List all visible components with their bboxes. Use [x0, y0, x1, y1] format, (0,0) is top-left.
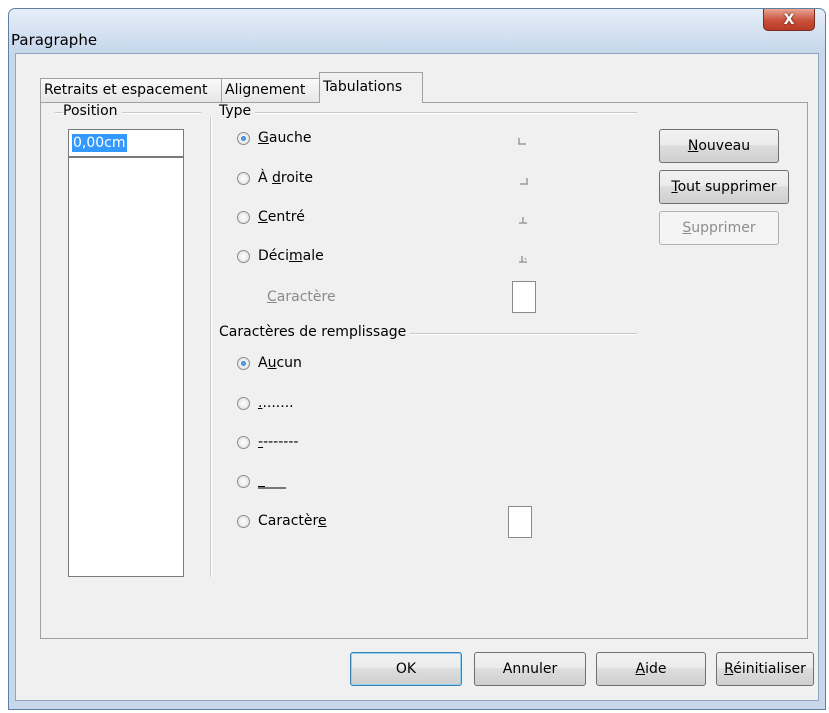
- fill-group-label: Caractères de remplissage: [219, 324, 411, 340]
- radio-fill-dots[interactable]: ........: [237, 393, 294, 413]
- tab-right-icon: [520, 178, 528, 185]
- radio-decimal[interactable]: Décimale: [237, 246, 324, 266]
- radio-fill-dashes[interactable]: --------: [237, 432, 298, 452]
- tab-label: Retraits et espacement: [44, 82, 208, 98]
- radio-button[interactable]: [237, 396, 250, 410]
- radio-button[interactable]: [237, 171, 250, 185]
- position-group-label: Position: [63, 103, 122, 119]
- radio-label-fill-none: Aucun: [258, 355, 302, 371]
- radio-label-fill-dots: ........: [258, 395, 294, 411]
- delete-button[interactable]: Supprimer: [659, 211, 779, 245]
- close-button[interactable]: X: [763, 9, 815, 31]
- position-list[interactable]: [68, 157, 184, 577]
- close-icon: X: [783, 11, 795, 28]
- type-group-label: Type: [219, 103, 256, 119]
- tab-label: Tabulations: [323, 79, 403, 95]
- tab-tabs[interactable]: Tabulations: [319, 72, 423, 103]
- help-button[interactable]: Aide: [596, 652, 706, 686]
- tab-decimal-icon: [519, 256, 527, 263]
- delete-all-button[interactable]: Tout supprimer: [659, 170, 789, 204]
- cancel-button[interactable]: Annuler: [474, 652, 586, 686]
- dialog-client-area: Retraits et espacement Alignement Tabula…: [15, 53, 819, 701]
- tab-label: Alignement: [225, 82, 306, 98]
- type-character-input[interactable]: [512, 281, 536, 313]
- new-button[interactable]: Nouveau: [659, 129, 779, 163]
- title-bar[interactable]: Paragraphe X: [9, 9, 825, 53]
- radio-label-fill-character: Caractère: [258, 513, 327, 529]
- radio-button[interactable]: [237, 356, 250, 370]
- radio-fill-underscores[interactable]: ____: [237, 471, 286, 491]
- radio-fill-character[interactable]: Caractère: [237, 511, 327, 531]
- ok-button[interactable]: OK: [350, 652, 462, 686]
- radio-center[interactable]: Centré: [237, 207, 305, 227]
- tab-center-icon: [519, 217, 527, 224]
- radio-left[interactable]: Gauche: [237, 128, 312, 148]
- radio-label-left: Gauche: [258, 130, 312, 146]
- fill-character-input[interactable]: [508, 506, 532, 538]
- radio-button[interactable]: [237, 474, 250, 488]
- tab-left-icon: [518, 138, 526, 145]
- radio-fill-none[interactable]: Aucun: [237, 353, 302, 373]
- type-character-label: Caractère: [267, 289, 336, 305]
- tabs-panel: Position 0,00cm Type Gauche À droite Cen…: [40, 102, 808, 639]
- tab-indents-spacing[interactable]: Retraits et espacement: [40, 78, 222, 102]
- tab-alignment[interactable]: Alignement: [221, 78, 320, 102]
- radio-label-center: Centré: [258, 209, 305, 225]
- reset-button[interactable]: Réinitialiser: [716, 652, 814, 686]
- paragraph-dialog: Paragraphe X Retraits et espacement Alig…: [8, 8, 826, 710]
- radio-button[interactable]: [237, 514, 250, 528]
- radio-label-decimal: Décimale: [258, 248, 324, 264]
- position-input[interactable]: 0,00cm: [68, 129, 184, 157]
- radio-button[interactable]: [237, 131, 250, 145]
- radio-label-fill-underscores: ____: [258, 473, 286, 489]
- group-separator: [210, 117, 212, 577]
- radio-right[interactable]: À droite: [237, 168, 313, 188]
- radio-button[interactable]: [237, 249, 250, 263]
- position-value: 0,00cm: [72, 134, 127, 152]
- window-title: Paragraphe: [11, 31, 98, 49]
- radio-button[interactable]: [237, 210, 250, 224]
- radio-label-right: À droite: [258, 170, 313, 186]
- radio-button[interactable]: [237, 435, 250, 449]
- radio-label-fill-dashes: --------: [258, 434, 299, 450]
